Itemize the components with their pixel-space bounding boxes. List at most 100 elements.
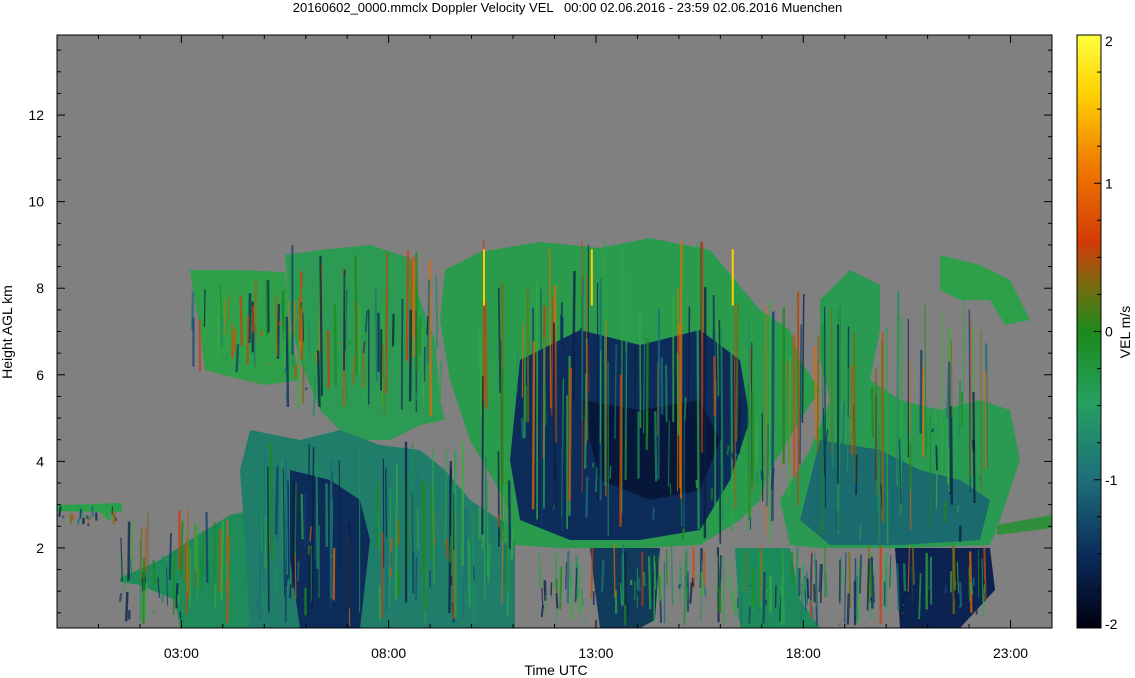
velocity-streak bbox=[896, 563, 900, 611]
velocity-streak bbox=[316, 524, 320, 556]
y-tick-label: 10 bbox=[28, 194, 44, 210]
velocity-streak bbox=[446, 539, 449, 560]
velocity-streak bbox=[283, 457, 288, 566]
velocity-streak bbox=[896, 291, 900, 487]
velocity-streak bbox=[152, 559, 156, 585]
velocity-streak bbox=[487, 545, 491, 583]
velocity-streak bbox=[76, 518, 80, 525]
velocity-streak bbox=[285, 316, 290, 408]
velocity-streak bbox=[647, 556, 652, 610]
velocity-streak bbox=[645, 338, 649, 450]
velocity-streak bbox=[813, 346, 818, 441]
velocity-streak bbox=[507, 480, 512, 549]
velocity-streak bbox=[677, 583, 682, 589]
velocity-streak bbox=[846, 593, 850, 625]
velocity-streak bbox=[421, 326, 425, 406]
velocity-streak bbox=[294, 481, 297, 558]
velocity-streak bbox=[450, 483, 454, 577]
velocity-streak bbox=[870, 556, 874, 609]
velocity-streak bbox=[267, 362, 271, 366]
velocity-streak bbox=[172, 550, 176, 615]
velocity-streak bbox=[919, 349, 923, 434]
velocity-streak bbox=[683, 397, 687, 421]
x-tick-label: 08:00 bbox=[371, 645, 406, 661]
velocity-streak bbox=[790, 552, 794, 587]
velocity-streak bbox=[89, 515, 93, 520]
velocity-streak bbox=[980, 330, 983, 494]
velocity-streak bbox=[485, 479, 489, 576]
velocity-streak bbox=[968, 309, 971, 493]
velocity-streak bbox=[69, 513, 73, 525]
velocity-streak bbox=[316, 350, 321, 408]
velocity-streak bbox=[680, 567, 683, 589]
velocity-streak bbox=[590, 547, 594, 599]
velocity-streak bbox=[378, 585, 381, 622]
velocity-streak bbox=[274, 467, 279, 535]
velocity-streak bbox=[984, 370, 987, 469]
velocity-streak bbox=[858, 554, 863, 594]
velocity-streak bbox=[226, 535, 230, 624]
velocity-streak bbox=[175, 583, 179, 609]
y-axis-title: Height AGL km bbox=[0, 285, 15, 379]
velocity-streak bbox=[435, 275, 438, 350]
velocity-streak bbox=[652, 507, 655, 521]
velocity-streak bbox=[123, 571, 126, 591]
velocity-streak bbox=[634, 345, 637, 458]
colorbar-tick-label: 0 bbox=[1105, 324, 1113, 340]
velocity-streak bbox=[319, 255, 323, 396]
velocity-streak bbox=[710, 487, 714, 501]
velocity-streak bbox=[262, 453, 266, 591]
velocity-streak bbox=[405, 250, 410, 361]
velocity-streak bbox=[771, 311, 775, 522]
colorbar-tick-label: 2 bbox=[1105, 33, 1113, 49]
velocity-streak bbox=[957, 380, 962, 437]
velocity-streak bbox=[676, 353, 680, 436]
velocity-streak bbox=[831, 429, 835, 467]
velocity-streak bbox=[139, 526, 143, 582]
velocity-streak bbox=[461, 580, 465, 619]
velocity-streak bbox=[124, 591, 129, 622]
velocity-streak bbox=[696, 242, 700, 530]
velocity-streak bbox=[669, 483, 672, 496]
velocity-streak bbox=[637, 578, 641, 592]
velocity-streak bbox=[422, 479, 427, 611]
velocity-streak bbox=[969, 582, 974, 595]
velocity-streak bbox=[302, 312, 305, 342]
velocity-streak bbox=[958, 605, 961, 608]
velocity-streak bbox=[737, 397, 742, 454]
velocity-streak bbox=[723, 461, 727, 484]
velocity-streak bbox=[144, 582, 148, 619]
velocity-streak bbox=[568, 367, 573, 501]
velocity-streak bbox=[968, 551, 973, 613]
velocity-streak bbox=[959, 582, 963, 608]
velocity-streak bbox=[239, 296, 243, 347]
velocity-streak bbox=[700, 572, 704, 596]
velocity-streak bbox=[902, 563, 907, 592]
velocity-streak bbox=[911, 566, 914, 602]
colorbar-tick-label: 1 bbox=[1105, 175, 1113, 191]
velocity-streak bbox=[691, 577, 695, 587]
velocity-streak bbox=[260, 330, 264, 337]
x-tick-label: 18:00 bbox=[786, 645, 821, 661]
velocity-streak bbox=[806, 578, 810, 599]
velocity-streak bbox=[900, 598, 905, 619]
velocity-streak bbox=[962, 296, 965, 456]
velocity-streak bbox=[464, 507, 468, 563]
velocity-streak bbox=[594, 467, 599, 493]
velocity-streak bbox=[681, 528, 686, 540]
velocity-streak bbox=[700, 241, 704, 453]
velocity-streak bbox=[354, 255, 358, 376]
velocity-streak bbox=[307, 482, 310, 556]
velocity-streak bbox=[79, 508, 82, 519]
velocity-streak bbox=[552, 322, 557, 481]
x-tick-label: 13:00 bbox=[578, 645, 613, 661]
velocity-streak bbox=[639, 313, 642, 429]
velocity-streak bbox=[599, 350, 602, 444]
velocity-streak bbox=[846, 367, 849, 474]
velocity-streak bbox=[764, 600, 768, 605]
colorbar-tick-label: -2 bbox=[1105, 616, 1118, 632]
velocity-streak bbox=[960, 391, 964, 428]
y-tick-label: 2 bbox=[36, 540, 44, 556]
velocity-streak bbox=[377, 513, 381, 555]
colorbar-tick-label: -1 bbox=[1105, 472, 1118, 488]
